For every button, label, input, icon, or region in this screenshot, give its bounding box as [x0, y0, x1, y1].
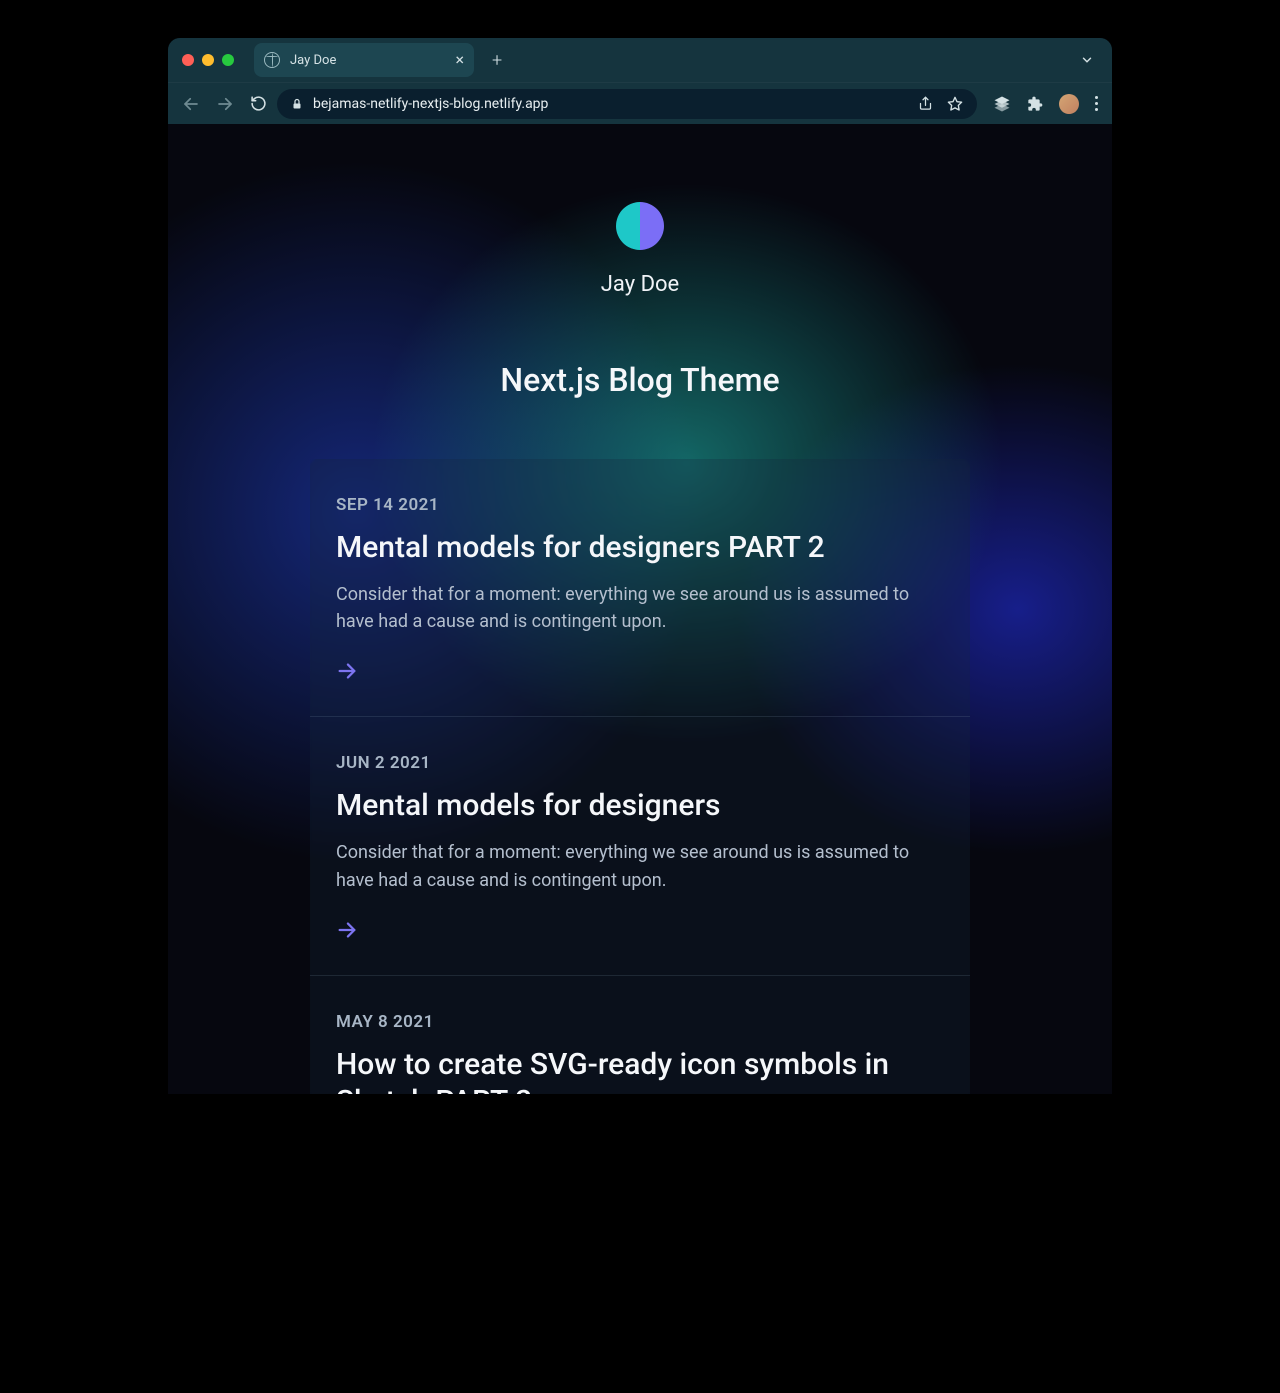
- url-text: bejamas-netlify-nextjs-blog.netlify.app: [313, 96, 908, 112]
- minimize-window-button[interactable]: [202, 54, 214, 66]
- post-title: Mental models for designers: [336, 787, 944, 825]
- post-excerpt: Consider that for a moment: everything w…: [336, 581, 944, 637]
- read-more-arrow-icon[interactable]: [336, 919, 358, 941]
- extensions-icon[interactable]: [1027, 96, 1043, 112]
- traffic-lights: [182, 54, 234, 66]
- navigation-controls: [182, 95, 267, 113]
- bookmark-star-icon[interactable]: [947, 96, 963, 112]
- post-date: MAY 8 2021: [336, 1012, 944, 1032]
- tabs-dropdown-button[interactable]: [1080, 53, 1094, 67]
- avatar: [616, 202, 664, 250]
- post-date: JUN 2 2021: [336, 753, 944, 773]
- browser-window: Jay Doe × + bejamas-netlify-nextjs-blog.…: [168, 38, 1112, 1094]
- reload-button[interactable]: [250, 95, 267, 112]
- profile-name: Jay Doe: [601, 272, 679, 297]
- close-window-button[interactable]: [182, 54, 194, 66]
- globe-icon: [264, 52, 280, 68]
- page-title: Next.js Blog Theme: [168, 361, 1112, 399]
- browser-actions: [993, 94, 1098, 114]
- post-title: How to create SVG-ready icon symbols in …: [336, 1046, 944, 1094]
- read-more-arrow-icon[interactable]: [336, 660, 358, 682]
- post-excerpt: Consider that for a moment: everything w…: [336, 839, 944, 895]
- tab-bar: Jay Doe × +: [168, 38, 1112, 82]
- post-title: Mental models for designers PART 2: [336, 529, 944, 567]
- close-tab-button[interactable]: ×: [455, 52, 464, 68]
- maximize-window-button[interactable]: [222, 54, 234, 66]
- post-card[interactable]: JUN 2 2021 Mental models for designers C…: [310, 716, 970, 974]
- forward-button[interactable]: [216, 95, 234, 113]
- url-bar: bejamas-netlify-nextjs-blog.netlify.app: [168, 82, 1112, 124]
- page-viewport: Jay Doe Next.js Blog Theme SEP 14 2021 M…: [168, 124, 1112, 1094]
- extension-buffer-icon[interactable]: [993, 95, 1011, 113]
- browser-tab[interactable]: Jay Doe ×: [254, 43, 474, 77]
- back-button[interactable]: [182, 95, 200, 113]
- browser-menu-button[interactable]: [1095, 96, 1098, 111]
- post-date: SEP 14 2021: [336, 495, 944, 515]
- share-icon[interactable]: [918, 96, 933, 111]
- tab-title: Jay Doe: [290, 53, 445, 68]
- lock-icon: [291, 98, 303, 110]
- profile-avatar-button[interactable]: [1059, 94, 1079, 114]
- address-bar[interactable]: bejamas-netlify-nextjs-blog.netlify.app: [277, 89, 977, 119]
- post-card[interactable]: SEP 14 2021 Mental models for designers …: [310, 459, 970, 716]
- profile-header: Jay Doe: [168, 202, 1112, 297]
- new-tab-button[interactable]: +: [492, 50, 502, 71]
- post-list: SEP 14 2021 Mental models for designers …: [310, 459, 970, 1094]
- post-card[interactable]: MAY 8 2021 How to create SVG-ready icon …: [310, 975, 970, 1094]
